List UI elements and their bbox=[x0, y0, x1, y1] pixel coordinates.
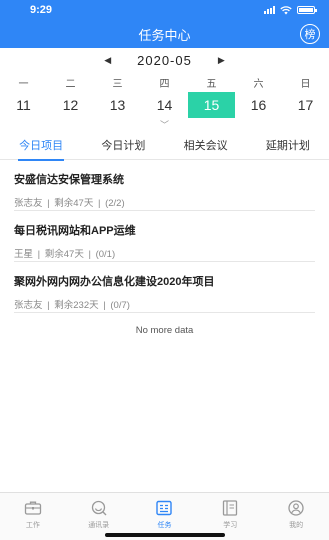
home-indicator bbox=[104, 533, 225, 537]
tabbar-item-mine[interactable]: 我的 bbox=[263, 493, 329, 540]
wifi-icon bbox=[280, 5, 292, 14]
contacts-icon bbox=[91, 500, 107, 516]
tabbar-label: 我的 bbox=[289, 522, 304, 529]
project-progress: (2/2) bbox=[105, 198, 125, 209]
task-icon bbox=[156, 500, 173, 516]
list-item[interactable]: 安盛信达安保管理系统 张志友 | 剩余47天 | (2/2) bbox=[14, 160, 315, 211]
meta-separator: | bbox=[37, 249, 41, 260]
calendar-day[interactable]: 12 bbox=[47, 92, 94, 118]
status-time: 9:29 bbox=[30, 4, 53, 16]
tabbar-label: 通讯录 bbox=[88, 522, 110, 529]
calendar-day[interactable]: 15 bbox=[188, 92, 235, 118]
project-remaining: 剩余232天 bbox=[54, 300, 99, 311]
project-title: 聚网外网内网办公信息化建设2020年项目 bbox=[14, 276, 215, 288]
tabbar-label: 工作 bbox=[25, 522, 40, 529]
meta-separator: | bbox=[97, 198, 101, 209]
month-label: 2020-05 bbox=[137, 52, 192, 68]
user-icon bbox=[288, 500, 304, 516]
meta-separator: | bbox=[47, 300, 50, 311]
tabbar-label: 任务 bbox=[157, 522, 172, 529]
weekday-label: 日 bbox=[300, 78, 311, 90]
project-progress: (0/1) bbox=[95, 249, 116, 260]
weekday-label: 二 bbox=[65, 78, 76, 90]
project-list: 安盛信达安保管理系统 张志友 | 剩余47天 | (2/2) 每日税讯网站和AP… bbox=[0, 160, 329, 336]
tab-today-plans[interactable]: 今日计划 bbox=[82, 132, 164, 160]
calendar-day[interactable]: 13 bbox=[94, 92, 141, 118]
tab-delayed-plans[interactable]: 延期计划 bbox=[247, 132, 329, 160]
project-owner: 张志友 bbox=[14, 198, 43, 209]
project-title: 每日税讯网站和APP运维 bbox=[14, 225, 136, 237]
battery-icon bbox=[297, 6, 317, 14]
tabbar-label: 学习 bbox=[223, 522, 238, 529]
calendar-day[interactable]: 17 bbox=[282, 92, 329, 118]
signal-icon bbox=[264, 6, 275, 14]
rank-button[interactable]: 榜 bbox=[300, 24, 320, 44]
list-item[interactable]: 聚网外网内网办公信息化建设2020年项目 张志友 | 剩余232天 | (0/7… bbox=[14, 262, 315, 313]
weekday-label: 四 bbox=[159, 78, 170, 90]
book-icon bbox=[223, 500, 238, 516]
next-month-icon[interactable]: ▶ bbox=[218, 55, 225, 66]
month-switcher: ◀ 2020-05 ▶ bbox=[0, 48, 329, 72]
status-bar: 9:29 bbox=[0, 0, 329, 20]
no-more-data: No more data bbox=[135, 325, 194, 336]
meta-separator: | bbox=[103, 300, 106, 311]
calendar-day[interactable]: 11 bbox=[0, 92, 47, 118]
calendar-day[interactable]: 14 bbox=[141, 92, 188, 118]
tabbar-item-work[interactable]: 工作 bbox=[0, 493, 66, 540]
page-title: 任务中心 bbox=[138, 27, 191, 43]
project-remaining: 剩余47天 bbox=[44, 249, 84, 260]
calendar-day[interactable]: 16 bbox=[235, 92, 282, 118]
project-remaining: 剩余47天 bbox=[54, 198, 94, 209]
list-item[interactable]: 每日税讯网站和APP运维 王星 | 剩余47天 | (0/1) bbox=[14, 211, 315, 262]
tab-today-projects[interactable]: 今日项目 bbox=[0, 132, 82, 161]
prev-month-icon[interactable]: ◀ bbox=[104, 55, 111, 66]
project-meta: 张志友 | 剩余47天 | (2/2) bbox=[14, 195, 315, 209]
weekday-row: 一 二 三 四 五 六 日 bbox=[0, 72, 329, 92]
weekday-label: 三 bbox=[112, 78, 123, 90]
weekday-label: 五 bbox=[206, 78, 217, 90]
nav-bar: 任务中心 榜 bbox=[0, 20, 329, 48]
meta-separator: | bbox=[47, 198, 50, 209]
project-title: 安盛信达安保管理系统 bbox=[14, 174, 124, 186]
weekday-label: 一 bbox=[18, 78, 29, 90]
briefcase-icon bbox=[24, 501, 42, 515]
expand-calendar-icon[interactable]: ﹀ bbox=[0, 118, 329, 132]
meta-separator: | bbox=[88, 249, 91, 260]
day-row: 11 12 13 14 15 16 17 bbox=[0, 92, 329, 118]
tab-related-meetings[interactable]: 相关会议 bbox=[165, 132, 247, 160]
weekday-label: 六 bbox=[253, 78, 264, 90]
project-meta: 张志友 | 剩余232天 | (0/7) bbox=[14, 297, 315, 311]
project-meta: 王星 | 剩余47天 | (0/1) bbox=[14, 246, 315, 260]
bottom-tabbar: 工作 通讯录 任务 学习 我的 bbox=[0, 492, 329, 540]
project-owner: 张志友 bbox=[14, 300, 43, 311]
status-icons bbox=[264, 5, 317, 15]
project-owner: 王星 bbox=[14, 249, 34, 260]
tab-bar: 今日项目 今日计划 相关会议 延期计划 bbox=[0, 132, 329, 161]
project-progress: (0/7) bbox=[110, 300, 130, 311]
